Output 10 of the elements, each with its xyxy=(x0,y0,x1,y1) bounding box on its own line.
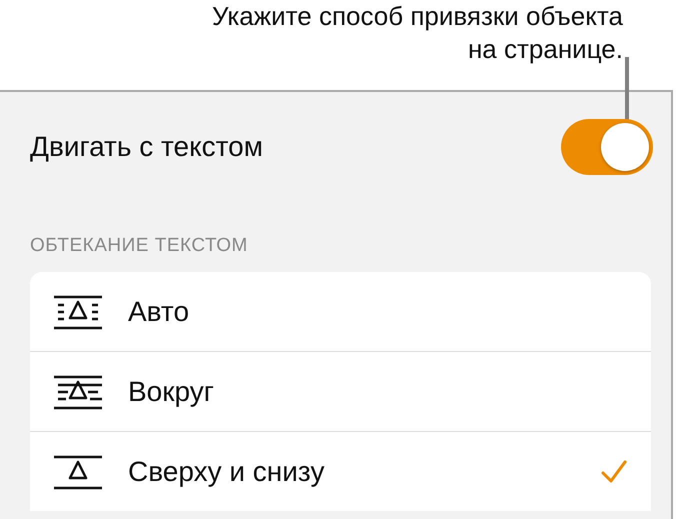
wrap-auto-icon xyxy=(52,294,104,330)
checkmark-icon xyxy=(601,460,627,484)
wrap-option[interactable]: Авто xyxy=(30,272,651,352)
section-header: ОБТЕКАНИЕ ТЕКСТОМ xyxy=(30,235,249,258)
wrap-option[interactable]: Вокруг xyxy=(30,352,651,432)
wrap-around-icon xyxy=(52,374,104,410)
callout-text: Укажите способ привязки объекта на странице. xyxy=(210,0,623,66)
wrap-option[interactable]: Сверху и снизу xyxy=(30,432,651,511)
setting-label: Двигать с текстом xyxy=(30,131,263,163)
wrap-above-below-icon xyxy=(52,454,104,490)
